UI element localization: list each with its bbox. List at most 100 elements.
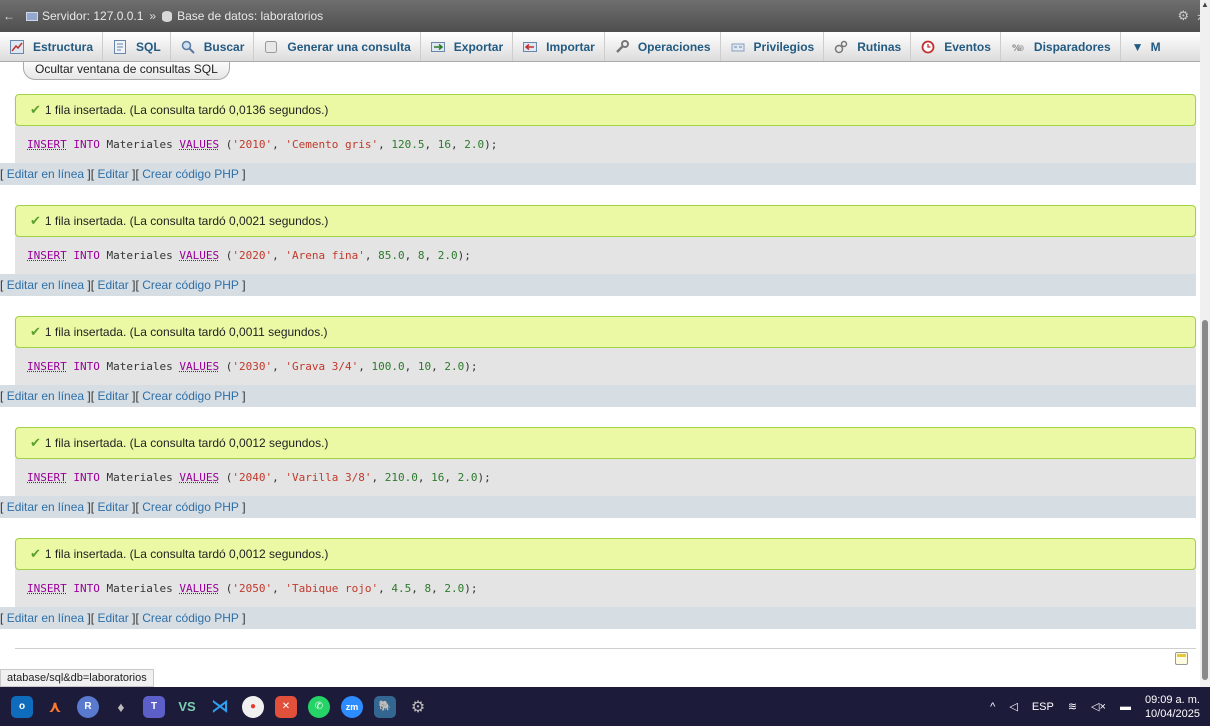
success-text: 1 fila insertada. (La consulta tardó 0,0… bbox=[44, 436, 329, 450]
edit-link[interactable]: Editar bbox=[97, 167, 128, 181]
sql-table: Materiales bbox=[106, 138, 173, 151]
settings-gear-icon[interactable]: ⚙ bbox=[1177, 8, 1189, 24]
console-icon[interactable] bbox=[1175, 652, 1188, 665]
tab-label: Eventos bbox=[944, 39, 991, 54]
sql-keyword-insert[interactable]: INSERT bbox=[27, 138, 67, 151]
sql-keyword-values[interactable]: VALUES bbox=[179, 471, 219, 484]
taskbar: o ⋏ R ♦ T VS ⋊ ● ✕ ✆ zm 🐘 ⚙ ^ ◁ ESP ≋ ◁×… bbox=[0, 687, 1210, 726]
breadcrumb-separator: » bbox=[149, 9, 157, 23]
r-icon[interactable]: R bbox=[77, 695, 99, 718]
tab-operaciones[interactable]: Operaciones bbox=[605, 32, 721, 61]
query-result: ✔ 1 fila insertada. (La consulta tardó 0,… bbox=[0, 205, 1196, 296]
sql-table: Materiales bbox=[106, 471, 173, 484]
tab-bar: Estructura SQL Buscar Generar una consul… bbox=[0, 32, 1210, 62]
outlook-icon[interactable]: o bbox=[11, 695, 33, 718]
hide-sql-window-button[interactable]: Ocultar ventana de consultas SQL bbox=[23, 62, 230, 80]
sql-keyword-values[interactable]: VALUES bbox=[179, 582, 219, 595]
svg-text:⊕: ⊕ bbox=[1017, 44, 1025, 54]
tab-importar[interactable]: Importar bbox=[513, 32, 605, 61]
inline-edit-link[interactable]: Editar en línea bbox=[7, 167, 84, 181]
vscode-alt-icon[interactable]: VS bbox=[176, 696, 198, 718]
edit-link[interactable]: Editar bbox=[97, 500, 128, 514]
scroll-up-icon[interactable]: ▲ bbox=[1201, 0, 1209, 10]
database-icon bbox=[162, 10, 173, 22]
chevron-up-icon[interactable]: ^ bbox=[990, 701, 995, 713]
sql-keyword-values[interactable]: VALUES bbox=[179, 360, 219, 373]
edit-link[interactable]: Editar bbox=[97, 389, 128, 403]
tab-label: Rutinas bbox=[857, 39, 902, 54]
sql-table: Materiales bbox=[106, 360, 173, 373]
zoom-icon[interactable]: zm bbox=[341, 695, 363, 718]
sql-value-name: 'Varilla 3/8' bbox=[285, 471, 372, 484]
tab-estructura[interactable]: Estructura bbox=[0, 32, 104, 61]
scrollbar-thumb[interactable] bbox=[1202, 320, 1208, 680]
inline-edit-link[interactable]: Editar en línea bbox=[7, 611, 84, 625]
sql-table: Materiales bbox=[106, 249, 173, 262]
sql-value-qty: 16 bbox=[431, 471, 445, 484]
vertical-scrollbar[interactable]: ▲ bbox=[1200, 0, 1210, 687]
wifi-icon[interactable]: ≋ bbox=[1068, 700, 1077, 713]
pin-icon[interactable]: ♦ bbox=[110, 696, 132, 718]
battery-icon[interactable]: ▬ bbox=[1120, 701, 1131, 713]
export-icon bbox=[430, 39, 446, 55]
sql-value-price: 85.0 bbox=[378, 249, 405, 262]
sql-keyword-insert[interactable]: INSERT bbox=[27, 249, 67, 262]
sql-keyword-values[interactable]: VALUES bbox=[179, 138, 219, 151]
sql-keyword-values[interactable]: VALUES bbox=[179, 249, 219, 262]
tab-rutinas[interactable]: Rutinas bbox=[824, 32, 912, 61]
collapse-arrow-icon[interactable]: ← bbox=[2, 9, 16, 23]
tab-disparadores[interactable]: % ⊕ Disparadores bbox=[1001, 32, 1121, 61]
tab-buscar[interactable]: Buscar bbox=[171, 32, 255, 61]
edit-link[interactable]: Editar bbox=[97, 611, 128, 625]
vscode-icon[interactable]: ⋊ bbox=[209, 696, 231, 718]
matlab-icon[interactable]: ⋏ bbox=[44, 696, 66, 718]
inline-edit-link[interactable]: Editar en línea bbox=[7, 389, 84, 403]
tab-eventos[interactable]: Eventos bbox=[911, 32, 1001, 61]
breadcrumb-server[interactable]: Servidor: 127.0.0.1 bbox=[42, 9, 143, 23]
query-result: ✔ 1 fila insertada. (La consulta tardó 0,… bbox=[0, 427, 1196, 518]
check-icon: ✔ bbox=[30, 546, 41, 561]
tab-more[interactable]: ▼ M bbox=[1121, 32, 1170, 61]
create-php-code-link[interactable]: Crear código PHP bbox=[142, 278, 239, 292]
xampp-icon[interactable]: ✕ bbox=[275, 695, 297, 718]
tab-privilegios[interactable]: Privilegios bbox=[721, 32, 825, 61]
sql-keyword-insert[interactable]: INSERT bbox=[27, 582, 67, 595]
inline-edit-link[interactable]: Editar en línea bbox=[7, 500, 84, 514]
sql-icon bbox=[112, 39, 128, 55]
sql-keyword-insert[interactable]: INSERT bbox=[27, 360, 67, 373]
create-php-code-link[interactable]: Crear código PHP bbox=[142, 167, 239, 181]
whatsapp-icon[interactable]: ✆ bbox=[308, 695, 330, 718]
tab-sql[interactable]: SQL bbox=[103, 32, 171, 61]
tab-label: Operaciones bbox=[637, 39, 711, 54]
create-php-code-link[interactable]: Crear código PHP bbox=[142, 611, 239, 625]
sql-table: Materiales bbox=[106, 582, 173, 595]
sql-query: INSERT INTO Materiales VALUES ('2030', '… bbox=[15, 348, 1196, 385]
success-message: ✔ 1 fila insertada. (La consulta tardó 0,… bbox=[15, 205, 1196, 237]
tab-generar-consulta[interactable]: Generar una consulta bbox=[254, 32, 421, 61]
sql-keyword-into: INTO bbox=[73, 138, 100, 151]
inline-edit-link[interactable]: Editar en línea bbox=[7, 278, 84, 292]
tab-label: Importar bbox=[546, 39, 595, 54]
chrome-icon[interactable]: ● bbox=[242, 695, 264, 718]
clock-icon bbox=[920, 39, 936, 55]
settings-icon[interactable]: ⚙ bbox=[407, 696, 429, 718]
system-tray: ^ ◁ ESP ≋ ◁× ▬ 09:09 a. m. 10/04/2025 bbox=[990, 687, 1210, 726]
tab-exportar[interactable]: Exportar bbox=[421, 32, 514, 61]
create-php-code-link[interactable]: Crear código PHP bbox=[142, 389, 239, 403]
volume-icon[interactable]: ◁× bbox=[1091, 700, 1106, 713]
sql-keyword-insert[interactable]: INSERT bbox=[27, 471, 67, 484]
tab-label: Exportar bbox=[453, 39, 504, 54]
sql-value-name: 'Tabique rojo' bbox=[285, 582, 379, 595]
create-php-code-link[interactable]: Crear código PHP bbox=[142, 500, 239, 514]
breadcrumb-database[interactable]: Base de datos: laboratorios bbox=[177, 9, 323, 23]
main-content: Ocultar ventana de consultas SQL ✔ 1 fila… bbox=[0, 62, 1200, 687]
sql-value-code: '2010' bbox=[232, 138, 273, 151]
sql-value-price: 120.5 bbox=[391, 138, 425, 151]
language-indicator[interactable]: ESP bbox=[1032, 701, 1054, 713]
success-text: 1 fila insertada. (La consulta tardó 0,0… bbox=[44, 547, 329, 561]
clock[interactable]: 09:09 a. m. 10/04/2025 bbox=[1145, 693, 1200, 721]
teams-icon[interactable]: T bbox=[143, 695, 165, 718]
postgres-icon[interactable]: 🐘 bbox=[374, 695, 396, 718]
pen-icon[interactable]: ◁ bbox=[1009, 700, 1017, 713]
edit-link[interactable]: Editar bbox=[97, 278, 128, 292]
